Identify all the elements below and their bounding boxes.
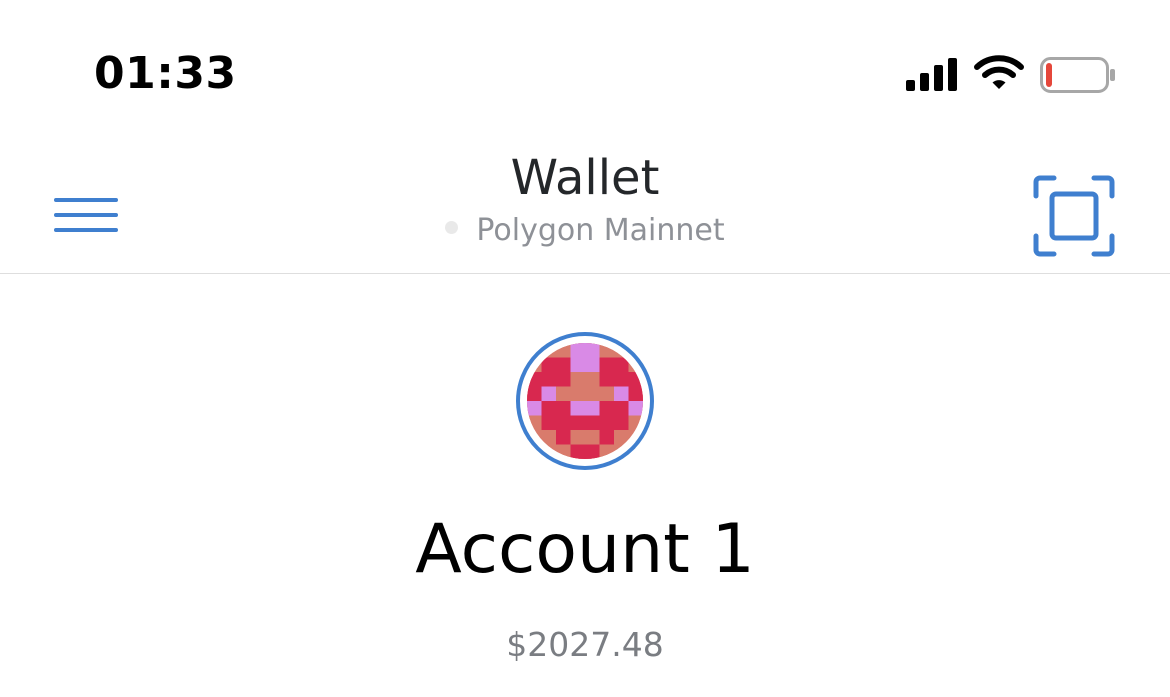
status-bar: 01:33 xyxy=(0,0,1170,150)
identicon-avatar xyxy=(527,343,643,459)
account-balance: $2027.48 xyxy=(506,625,664,664)
network-selector[interactable]: Polygon Mainnet xyxy=(0,212,1170,250)
account-name[interactable]: Account 1 xyxy=(0,510,1170,590)
page-title: Wallet xyxy=(510,150,660,206)
navbar: Wallet Polygon Mainnet xyxy=(0,140,1170,274)
wifi-icon xyxy=(974,55,1024,89)
battery-low-icon xyxy=(1040,57,1115,93)
status-time: 01:33 xyxy=(94,48,237,99)
network-name: Polygon Mainnet xyxy=(476,213,725,248)
identicon-pattern xyxy=(527,343,643,459)
cellular-signal-icon xyxy=(906,58,957,91)
avatar[interactable] xyxy=(516,332,654,470)
network-status-dot xyxy=(445,221,459,234)
qr-scan-icon[interactable] xyxy=(1032,174,1116,258)
wallet-screen: 01:33 Wallet Polygon Mainnet Account 1 $… xyxy=(0,0,1170,697)
